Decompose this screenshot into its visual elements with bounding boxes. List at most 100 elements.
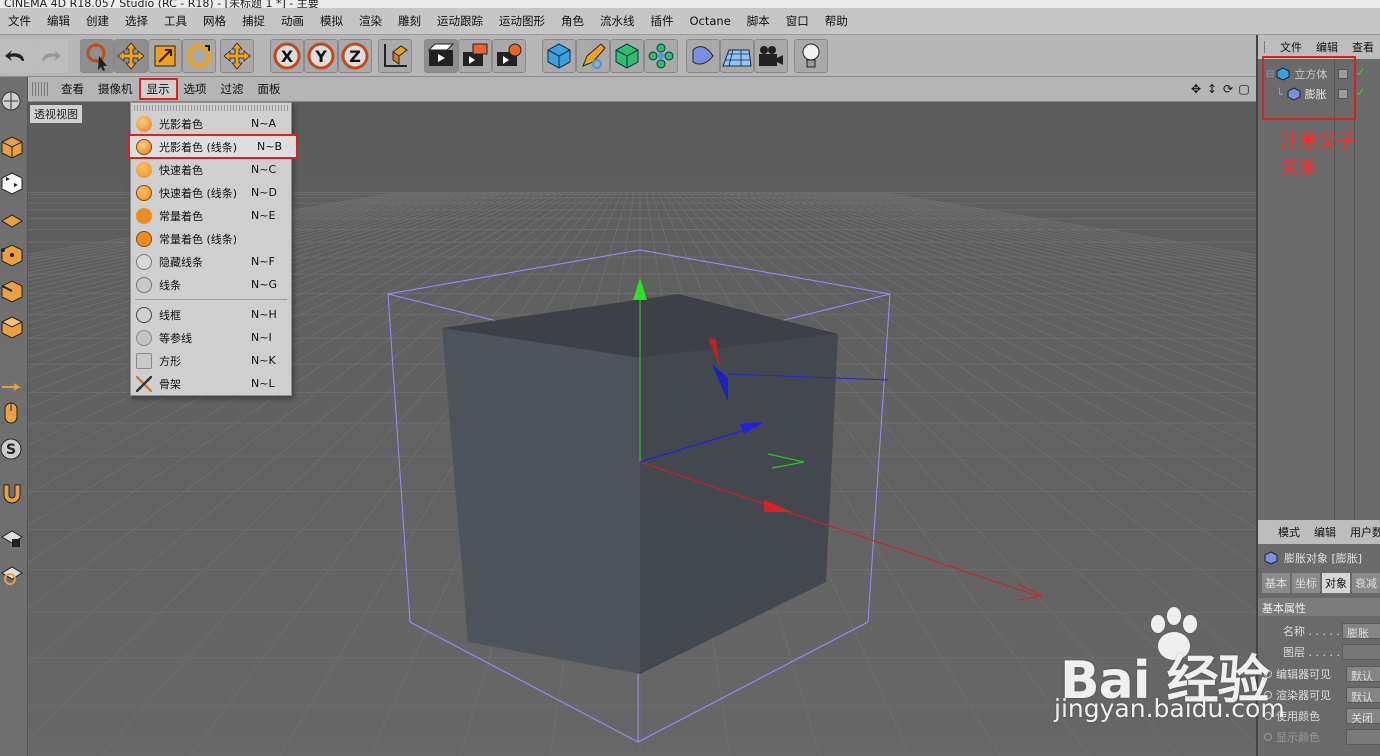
coordinate-system-icon[interactable] (378, 39, 412, 73)
am-menu-mode[interactable]: 模式 (1272, 524, 1308, 540)
workplane-grid-icon[interactable] (0, 559, 24, 587)
menu-tools[interactable]: 工具 (156, 13, 195, 29)
menu-mograph[interactable]: 运动图形 (491, 13, 553, 29)
cloner-icon[interactable] (644, 39, 678, 73)
viewport-menu-grip[interactable] (32, 82, 48, 96)
menu-script[interactable]: 脚本 (739, 13, 778, 29)
workplane-mode-icon[interactable] (0, 205, 24, 233)
menu-pipeline[interactable]: 流水线 (592, 13, 643, 29)
menu-item-box[interactable]: 方形 N~K (131, 349, 291, 372)
z-axis-icon[interactable]: Z (338, 39, 372, 73)
redo-icon[interactable] (34, 39, 68, 73)
object-title-text: 膨胀对象 [膨胀] (1284, 552, 1363, 565)
enabled-check-icon[interactable]: ✓ (1356, 66, 1365, 79)
viewport-menu-display[interactable]: 显示 (138, 78, 178, 100)
menu-help[interactable]: 帮助 (817, 13, 856, 29)
pan-icon[interactable]: ✥ (1190, 82, 1202, 96)
move-icon[interactable] (114, 39, 148, 73)
menu-item-constant-shading-lines[interactable]: 常量着色 (线条) (131, 227, 291, 250)
menu-window[interactable]: 窗口 (778, 13, 817, 29)
subdivision-icon[interactable] (610, 39, 644, 73)
y-axis-icon[interactable]: Y (304, 39, 338, 73)
menu-edit[interactable]: 编辑 (39, 13, 78, 29)
viewport-menu-options[interactable]: 选项 (177, 79, 214, 99)
viewport-menu-panel[interactable]: 面板 (251, 79, 288, 99)
snap-icon[interactable]: S (0, 435, 24, 463)
camera-icon[interactable] (754, 39, 788, 73)
animation-radio[interactable] (1264, 733, 1272, 741)
tab-object[interactable]: 对象 (1322, 573, 1350, 593)
cube-icon[interactable] (542, 39, 576, 73)
render-settings-icon[interactable] (492, 39, 526, 73)
menu-octane[interactable]: Octane (682, 14, 739, 28)
enabled-check-icon[interactable]: ✓ (1356, 86, 1365, 99)
edges-mode-icon[interactable] (0, 277, 24, 305)
model-mode-icon[interactable] (0, 133, 24, 161)
display-color-swatch[interactable] (1346, 729, 1380, 745)
light-icon[interactable] (794, 39, 828, 73)
menu-item-quick-shading-lines[interactable]: 快速着色 (线条) N~D (131, 181, 291, 204)
viewport-menu-filter[interactable]: 过滤 (214, 79, 251, 99)
am-menu-user-data[interactable]: 用户数 (1344, 524, 1380, 540)
tab-basic[interactable]: 基本 (1262, 573, 1290, 593)
move-alt-icon[interactable] (220, 39, 254, 73)
make-editable-icon[interactable] (0, 87, 24, 115)
dropdown-grip[interactable] (134, 105, 288, 111)
menu-mesh[interactable]: 网格 (195, 13, 234, 29)
annotation-highlight-box (1262, 56, 1356, 120)
menu-item-wireframe[interactable]: 线框 N~H (131, 303, 291, 326)
scale-icon[interactable] (148, 39, 182, 73)
viewport-menu-view[interactable]: 查看 (54, 79, 91, 99)
texture-mode-icon[interactable] (0, 169, 24, 197)
menu-item-isoparms[interactable]: 等参线 N~I (131, 326, 291, 349)
orbit-icon[interactable]: ⟳ (1222, 82, 1234, 96)
menu-plugins[interactable]: 插件 (643, 13, 682, 29)
menu-create[interactable]: 创建 (78, 13, 117, 29)
magnet-icon[interactable] (0, 479, 24, 507)
x-axis-icon[interactable]: X (270, 39, 304, 73)
polygons-mode-icon[interactable] (0, 313, 24, 341)
floor-icon[interactable] (720, 39, 754, 73)
om-menu-edit[interactable]: 编辑 (1310, 39, 1346, 55)
menu-item-lines[interactable]: 线条 N~G (131, 273, 291, 296)
deformer-icon[interactable] (686, 39, 720, 73)
points-mode-icon[interactable] (0, 241, 24, 269)
menu-motion-tracking[interactable]: 运动跟踪 (429, 13, 491, 29)
tab-coordinates[interactable]: 坐标 (1292, 573, 1320, 593)
menu-character[interactable]: 角色 (553, 13, 592, 29)
menu-sculpt[interactable]: 雕刻 (390, 13, 429, 29)
dolly-icon[interactable]: ↕ (1206, 82, 1218, 96)
menu-item-label: 光影着色 (159, 117, 203, 131)
pen-icon[interactable] (576, 39, 610, 73)
tweak-mode-icon[interactable] (0, 399, 24, 427)
menu-item-quick-shading[interactable]: 快速着色 N~C (131, 158, 291, 181)
axis-mode-icon[interactable] (0, 373, 24, 401)
live-select-icon[interactable] (80, 39, 114, 73)
undo-icon[interactable] (0, 39, 34, 73)
menu-item-shortcut: N~L (251, 377, 275, 390)
om-menu-file[interactable]: 文件 (1274, 39, 1310, 55)
viewport-menu-camera[interactable]: 摄像机 (91, 79, 140, 99)
menu-item-shaded-lines[interactable]: 光影着色 (线条) N~B (128, 134, 298, 159)
lock-workplane-icon[interactable] (0, 523, 24, 551)
menu-separator (135, 299, 287, 300)
tab-falloff[interactable]: 衰减 (1352, 573, 1380, 593)
rotate-icon[interactable] (182, 39, 216, 73)
menu-item-skeleton[interactable]: 骨架 N~L (131, 372, 291, 395)
skeleton-icon (136, 375, 152, 392)
menu-snap[interactable]: 捕捉 (234, 13, 273, 29)
render-to-picture-viewer-icon[interactable] (458, 39, 492, 73)
menu-select[interactable]: 选择 (117, 13, 156, 29)
menu-render[interactable]: 渲染 (351, 13, 390, 29)
am-menu-edit[interactable]: 编辑 (1308, 524, 1344, 540)
panel-grip[interactable] (1264, 41, 1266, 53)
render-view-icon[interactable] (424, 39, 458, 73)
menu-animate[interactable]: 动画 (273, 13, 312, 29)
menu-item-shaded[interactable]: 光影着色 N~A (131, 112, 291, 135)
menu-item-constant-shading[interactable]: 常量着色 N~E (131, 204, 291, 227)
om-menu-view[interactable]: 查看 (1346, 39, 1380, 55)
menu-item-hidden-line[interactable]: 隐藏线条 N~F (131, 250, 291, 273)
menu-file[interactable]: 文件 (0, 13, 39, 29)
menu-simulate[interactable]: 模拟 (312, 13, 351, 29)
maximize-view-icon[interactable]: ▢ (1238, 82, 1250, 96)
